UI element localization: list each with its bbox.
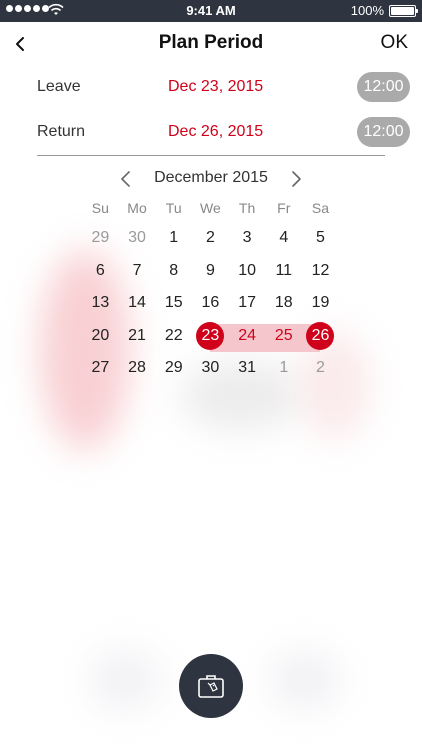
- next-month-button[interactable]: [286, 168, 306, 190]
- weekday-label: We: [200, 200, 221, 216]
- calendar-day[interactable]: 1: [155, 222, 192, 255]
- calendar-day[interactable]: 11: [265, 255, 302, 288]
- background-blur-bottom-left: [90, 650, 160, 710]
- calendar-week: 6 7 8 9 10 11 12: [82, 255, 339, 288]
- weekday-header: Su Mo Tu We Th Fr Sa: [82, 200, 339, 216]
- weekday-label: Tu: [165, 200, 182, 216]
- calendar-day[interactable]: 28: [119, 352, 156, 385]
- calendar-day-selected-start[interactable]: 23: [192, 320, 229, 353]
- calendar-day[interactable]: 19: [302, 287, 339, 320]
- calendar-day[interactable]: 3: [229, 222, 266, 255]
- leave-date[interactable]: Dec 23, 2015: [168, 78, 263, 96]
- plan-period-screen: 9:41 AM 100% Plan Period OK Leave Dec 23…: [0, 0, 422, 750]
- return-date[interactable]: Dec 26, 2015: [168, 123, 263, 141]
- status-bar: 9:41 AM 100%: [0, 0, 422, 22]
- chevron-right-icon: [292, 171, 301, 187]
- calendar-day[interactable]: 7: [119, 255, 156, 288]
- battery-icon: [389, 5, 418, 17]
- calendar-week: 20 21 22 23 24 25 26: [82, 320, 339, 353]
- calendar-day[interactable]: 27: [82, 352, 119, 385]
- weekday-label: Mo: [127, 200, 147, 216]
- calendar-day[interactable]: 20: [82, 320, 119, 353]
- ok-button[interactable]: OK: [381, 32, 408, 54]
- return-row: Return Dec 26, 2015 12:00: [37, 117, 410, 149]
- calendar-day[interactable]: 30: [119, 222, 156, 255]
- weekday-label: Th: [238, 200, 256, 216]
- return-time-button[interactable]: 12:00: [357, 117, 410, 147]
- calendar-day[interactable]: 17: [229, 287, 266, 320]
- leave-row: Leave Dec 23, 2015 12:00: [37, 72, 410, 104]
- calendar-day[interactable]: 13: [82, 287, 119, 320]
- calendar-week: 29 30 1 2 3 4 5: [82, 222, 339, 255]
- calendar-week: 13 14 15 16 17 18 19: [82, 287, 339, 320]
- nav-bar: Plan Period OK: [0, 22, 422, 66]
- calendar-day[interactable]: 29: [155, 352, 192, 385]
- calendar-month-title: December 2015: [154, 169, 268, 186]
- calendar-day[interactable]: 9: [192, 255, 229, 288]
- weekday-label: Sa: [311, 200, 330, 216]
- calendar-day[interactable]: 18: [265, 287, 302, 320]
- calendar-day[interactable]: 10: [229, 255, 266, 288]
- leave-label: Leave: [37, 78, 81, 95]
- calendar-day[interactable]: 8: [155, 255, 192, 288]
- luggage-button[interactable]: [179, 654, 243, 718]
- calendar-day[interactable]: 1: [265, 352, 302, 385]
- calendar-header: December 2015: [0, 164, 422, 194]
- calendar-day[interactable]: 29: [82, 222, 119, 255]
- calendar-day-selected-end[interactable]: 26: [302, 320, 339, 353]
- calendar-day[interactable]: 12: [302, 255, 339, 288]
- calendar-day[interactable]: 6: [82, 255, 119, 288]
- weekday-label: Fr: [277, 200, 291, 216]
- divider: [37, 155, 385, 156]
- calendar-day[interactable]: 21: [119, 320, 156, 353]
- leave-time-button[interactable]: 12:00: [357, 72, 410, 102]
- calendar-day[interactable]: 30: [192, 352, 229, 385]
- calendar-day[interactable]: 16: [192, 287, 229, 320]
- battery-percentage: 100%: [350, 3, 384, 18]
- weekday-label: Su: [91, 200, 109, 216]
- calendar-day[interactable]: 22: [155, 320, 192, 353]
- calendar-day[interactable]: 31: [229, 352, 266, 385]
- calendar-day[interactable]: 14: [119, 287, 156, 320]
- calendar-day[interactable]: 15: [155, 287, 192, 320]
- return-label: Return: [37, 123, 86, 140]
- calendar-day[interactable]: 2: [302, 352, 339, 385]
- background-blur-bottom-right: [270, 650, 340, 710]
- calendar-day-in-range[interactable]: 24: [229, 320, 266, 353]
- luggage-icon: [198, 675, 224, 698]
- page-title: Plan Period: [158, 32, 264, 53]
- calendar-day[interactable]: 5: [302, 222, 339, 255]
- calendar-week: 27 28 29 30 31 1 2: [82, 352, 339, 385]
- calendar-day[interactable]: 2: [192, 222, 229, 255]
- calendar-day[interactable]: 4: [265, 222, 302, 255]
- calendar-grid: 29 30 1 2 3 4 5 6 7 8 9 10 11 12 13 14 1…: [82, 222, 339, 385]
- calendar-day-in-range[interactable]: 25: [265, 320, 302, 353]
